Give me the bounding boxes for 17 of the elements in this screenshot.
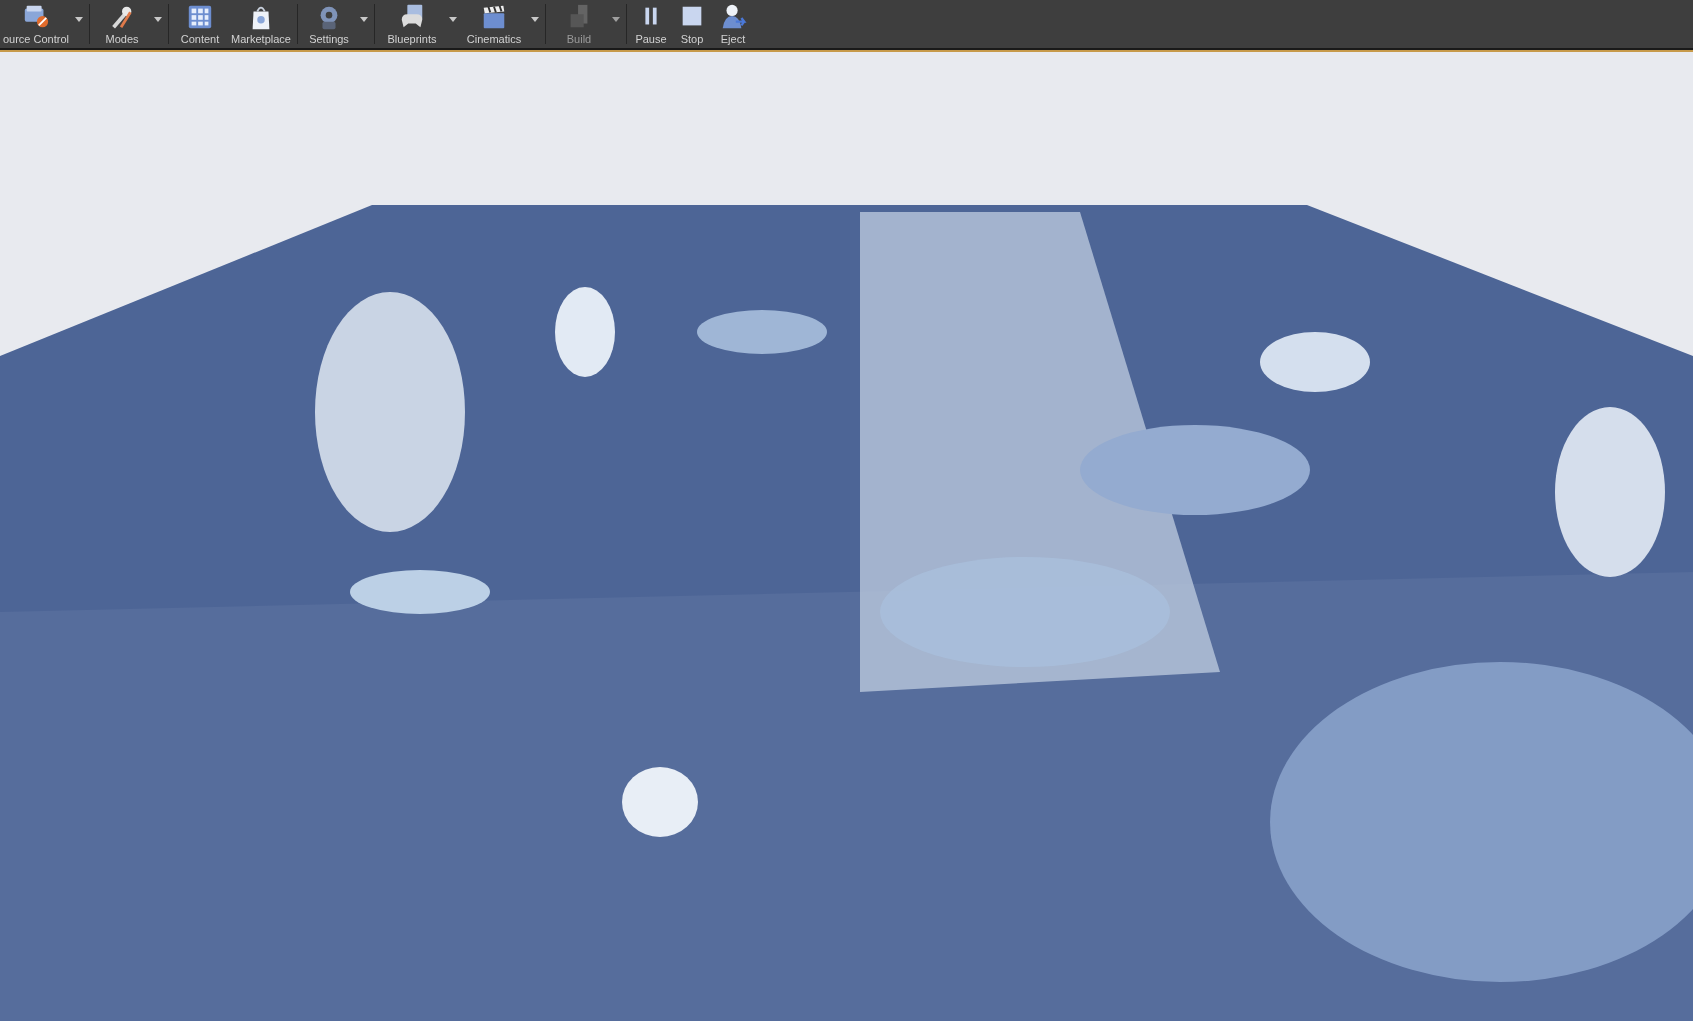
toolbar-button[interactable]: Cinematics	[460, 0, 528, 48]
caret-icon	[360, 16, 368, 22]
grid-icon	[186, 3, 214, 31]
caret-icon	[75, 16, 83, 22]
toolbar-button[interactable]: ource Control	[0, 0, 72, 48]
caret-icon	[449, 16, 457, 22]
caret-icon	[154, 16, 162, 22]
toolbar-button[interactable]: Marketplace	[228, 0, 294, 48]
toolbar-button[interactable]: Stop	[672, 0, 712, 48]
caret-icon	[612, 16, 620, 22]
toolbar-button[interactable]: Content	[172, 0, 228, 48]
toolbar-button[interactable]: Blueprints	[378, 0, 446, 48]
toolbar-button[interactable]: Eject	[712, 0, 754, 48]
caret-icon	[531, 16, 539, 22]
toolbar-button[interactable]: Pause	[630, 0, 672, 48]
toolbar-button[interactable]: Settings	[301, 0, 357, 48]
toolbar-button[interactable]: Modes	[93, 0, 151, 48]
